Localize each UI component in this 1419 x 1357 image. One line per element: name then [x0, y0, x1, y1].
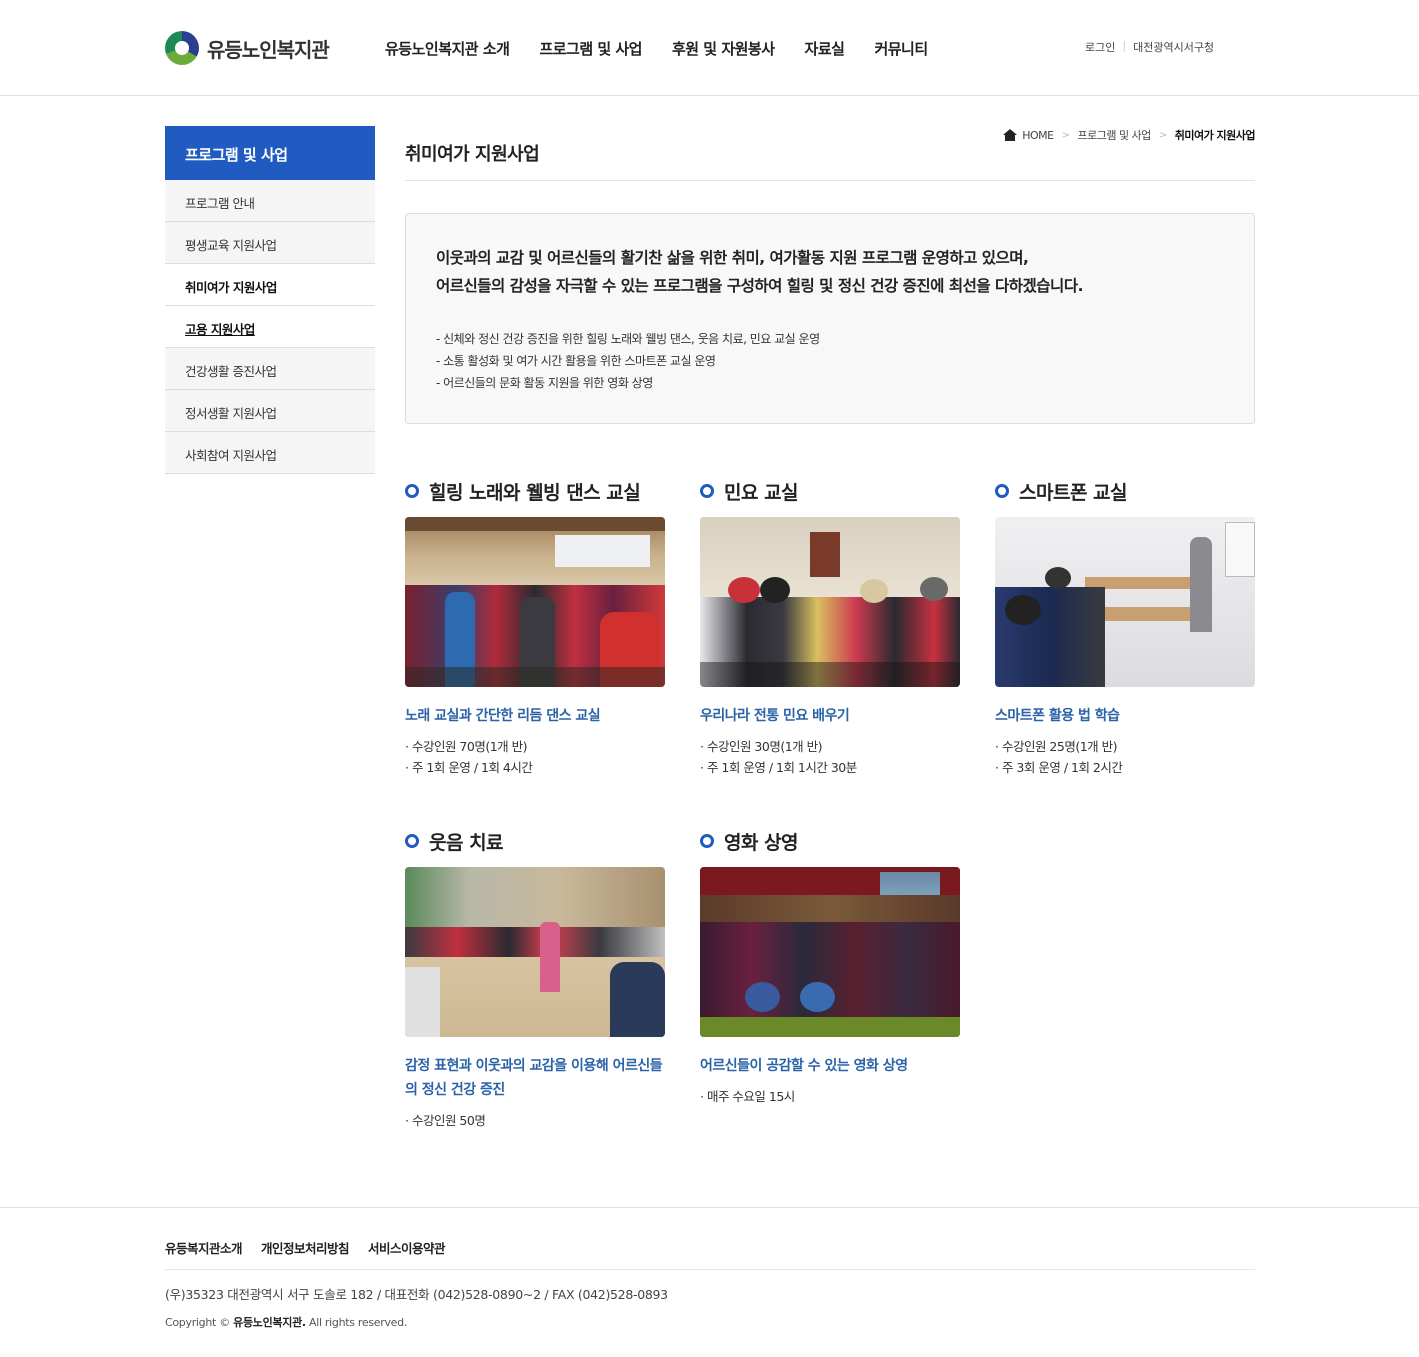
site-logo[interactable]: 유등노인복지관	[165, 31, 330, 65]
program-info: · 수강인원 50명	[405, 1110, 665, 1131]
footer-address: (우)35323 대전광역시 서구 도솔로 182 / 대표전화 (042)52…	[165, 1287, 668, 1302]
program-info: · 수강인원 70명(1개 반) · 주 1회 운영 / 1회 4시간	[405, 736, 665, 778]
program-card: 웃음 치료 감정 표현과 이웃과의 교감을 이용해 어르신들의 정신 건강 증진…	[405, 828, 665, 1131]
footer-link-privacy[interactable]: 개인정보처리방침	[261, 1238, 350, 1257]
circle-bullet-icon	[405, 834, 419, 848]
page-header: 취미여가 지원사업 HOME > 프로그램 및 사업 > 취미여가 지원사업	[405, 126, 1256, 181]
nav-item-programs[interactable]: 프로그램 및 사업	[539, 38, 642, 59]
program-subtitle: 노래 교실과 간단한 리듬 댄스 교실	[405, 708, 601, 724]
sidebar-item-emotional[interactable]: 정서생활 지원사업	[165, 390, 375, 432]
footer-divider	[165, 1269, 1255, 1270]
sidebar-item-hobby-leisure[interactable]: 취미여가 지원사업	[165, 264, 375, 306]
sidebar-item-employment[interactable]: 고용 지원사업	[165, 306, 375, 348]
program-heading: 영화 상영	[700, 828, 960, 854]
program-subtitle: 어르신들이 공감할 수 있는 영화 상영	[700, 1058, 908, 1074]
program-heading: 스마트폰 교실	[995, 478, 1255, 504]
copyright-prefix: Copyright ©	[165, 1316, 230, 1329]
sidebar-item-lifelong-education[interactable]: 평생교육 지원사업	[165, 222, 375, 264]
footer-link-about[interactable]: 유등복지관소개	[165, 1238, 243, 1257]
program-title: 민요 교실	[724, 481, 799, 504]
intro-box: 이웃과의 교감 및 어르신들의 활기찬 삶을 위한 취미, 여가활동 지원 프로…	[405, 213, 1255, 424]
program-info-line: · 수강인원 25명(1개 반)	[995, 739, 1118, 754]
program-heading: 웃음 치료	[405, 828, 665, 854]
program-photo	[700, 517, 960, 687]
program-card: 힐링 노래와 웰빙 댄스 교실 노래 교실과 간단한 리듬 댄스 교실 · 수강…	[405, 478, 665, 778]
sidebar-item-health[interactable]: 건강생활 증진사업	[165, 348, 375, 390]
sidebar-item-program-guide[interactable]: 프로그램 안내	[165, 180, 375, 222]
program-photo	[405, 867, 665, 1037]
intro-bullet: - 소통 활성화 및 여가 시간 활용을 위한 스마트폰 교실 운영	[436, 354, 716, 368]
program-subtitle: 스마트폰 활용 법 학습	[995, 708, 1120, 724]
breadcrumb-separator: >	[1158, 129, 1167, 141]
circle-bullet-icon	[995, 484, 1009, 498]
program-info: · 매주 수요일 15시	[700, 1086, 960, 1107]
intro-lead-line: 이웃과의 교감 및 어르신들의 활기찬 삶을 위한 취미, 여가활동 지원 프로…	[436, 249, 1029, 267]
page-title: 취미여가 지원사업	[405, 144, 540, 165]
program-title: 웃음 치료	[429, 831, 504, 854]
footer-copyright: Copyright © 유등노인복지관. All rights reserved…	[165, 1314, 407, 1330]
intro-lead: 이웃과의 교감 및 어르신들의 활기찬 삶을 위한 취미, 여가활동 지원 프로…	[436, 244, 1224, 300]
nav-item-community[interactable]: 커뮤니티	[874, 38, 928, 59]
intro-bullets: - 신체와 정신 건강 증진을 위한 힐링 노래와 웰빙 댄스, 웃음 치료, …	[436, 328, 1224, 394]
main-content: 취미여가 지원사업 HOME > 프로그램 및 사업 > 취미여가 지원사업 이…	[405, 126, 1256, 1128]
intro-bullet: - 어르신들의 문화 활동 지원을 위한 영화 상영	[436, 376, 653, 390]
login-link[interactable]: 로그인	[1085, 39, 1115, 55]
logo-text: 유등노인복지관	[207, 37, 330, 62]
program-info-line: · 주 1회 운영 / 1회 1시간 30분	[700, 760, 857, 775]
nav-item-about[interactable]: 유등노인복지관 소개	[385, 38, 510, 59]
circle-bullet-icon	[700, 834, 714, 848]
program-heading: 힐링 노래와 웰빙 댄스 교실	[405, 478, 665, 504]
breadcrumb-current: 취미여가 지원사업	[1174, 129, 1256, 142]
home-icon[interactable]	[1003, 129, 1018, 141]
logo-emblem-icon	[165, 31, 199, 65]
program-info-line: · 주 3회 운영 / 1회 2시간	[995, 760, 1123, 775]
program-card: 민요 교실 우리나라 전통 민요 배우기 · 수강인원 30명(1개 반) · …	[700, 478, 960, 778]
intro-bullet: - 신체와 정신 건강 증진을 위한 힐링 노래와 웰빙 댄스, 웃음 치료, …	[436, 332, 820, 346]
site-header: 유등노인복지관 유등노인복지관 소개 프로그램 및 사업 후원 및 자원봉사 자…	[0, 0, 1419, 96]
breadcrumb-separator: >	[1061, 129, 1070, 141]
breadcrumb-parent[interactable]: 프로그램 및 사업	[1077, 127, 1151, 143]
program-info-line: · 매주 수요일 15시	[700, 1089, 795, 1104]
program-subtitle: 감정 표현과 이웃과의 교감을 이용해 어르신들의 정신 건강 증진	[405, 1058, 663, 1098]
intro-lead-line: 어르신들의 감성을 자극할 수 있는 프로그램을 구성하여 힐링 및 정신 건강…	[436, 277, 1083, 295]
program-info-line: · 주 1회 운영 / 1회 4시간	[405, 760, 533, 775]
footer-links: 유등복지관소개 개인정보처리방침 서비스이용약관	[165, 1238, 464, 1257]
breadcrumb: HOME > 프로그램 및 사업 > 취미여가 지원사업	[1003, 127, 1256, 143]
circle-bullet-icon	[700, 484, 714, 498]
footer-link-terms[interactable]: 서비스이용약관	[368, 1238, 446, 1257]
program-info-line: · 수강인원 70명(1개 반)	[405, 739, 528, 754]
sidebar-item-social[interactable]: 사회참여 지원사업	[165, 432, 375, 474]
program-info-line: · 수강인원 30명(1개 반)	[700, 739, 823, 754]
program-card: 스마트폰 교실 스마트폰 활용 법 학습 · 수강인원 25명(1개 반) · …	[995, 478, 1255, 778]
program-info: · 수강인원 30명(1개 반) · 주 1회 운영 / 1회 1시간 30분	[700, 736, 960, 778]
program-heading: 민요 교실	[700, 478, 960, 504]
program-title: 영화 상영	[724, 831, 799, 854]
circle-bullet-icon	[405, 484, 419, 498]
program-info: · 수강인원 25명(1개 반) · 주 3회 운영 / 1회 2시간	[995, 736, 1255, 778]
program-info-line: · 수강인원 50명	[405, 1113, 486, 1128]
program-card: 영화 상영 어르신들이 공감할 수 있는 영화 상영 · 매주 수요일 15시	[700, 828, 960, 1107]
nav-item-support[interactable]: 후원 및 자원봉사	[672, 38, 775, 59]
program-photo	[405, 517, 665, 687]
program-title: 스마트폰 교실	[1019, 481, 1128, 504]
main-nav: 유등노인복지관 소개 프로그램 및 사업 후원 및 자원봉사 자료실 커뮤니티	[385, 38, 958, 59]
program-subtitle: 우리나라 전통 민요 배우기	[700, 708, 850, 724]
program-photo	[700, 867, 960, 1037]
nav-item-archive[interactable]: 자료실	[805, 38, 845, 59]
copyright-suffix: All rights reserved.	[308, 1316, 408, 1329]
sidebar: 프로그램 및 사업 프로그램 안내 평생교육 지원사업 취미여가 지원사업 고용…	[165, 126, 375, 474]
district-office-link[interactable]: 대전광역시서구청	[1133, 39, 1214, 55]
copyright-name: 유등노인복지관.	[233, 1316, 306, 1329]
breadcrumb-home[interactable]: HOME	[1022, 129, 1054, 142]
utility-links: 로그인 | 대전광역시서구청	[1085, 39, 1214, 55]
program-photo	[995, 517, 1255, 687]
sidebar-title: 프로그램 및 사업	[165, 126, 375, 180]
site-footer: 유등복지관소개 개인정보처리방침 서비스이용약관 (우)35323 대전광역시 …	[0, 1207, 1419, 1357]
program-title: 힐링 노래와 웰빙 댄스 교실	[429, 481, 641, 504]
util-separator: |	[1122, 39, 1127, 52]
